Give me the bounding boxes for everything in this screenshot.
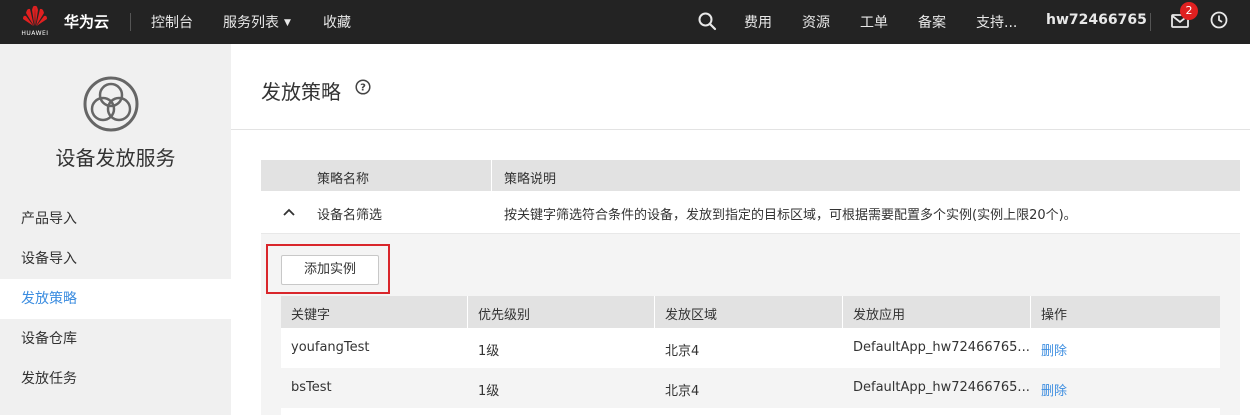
sidebar-item-provisioning-task[interactable]: 发放任务 (0, 359, 231, 399)
nav-service-list[interactable]: 服务列表 ▼ (223, 12, 291, 32)
sidebar: 设备发放服务 产品导入 设备导入 发放策略 设备仓库 发放任务 (0, 44, 231, 415)
column-header-region: 发放区域 (665, 308, 718, 323)
instance-application: DefaultApp_hw72466765... (853, 380, 1030, 395)
column-header-policy-name: 策略名称 (317, 172, 370, 187)
instance-priority: 1级 (478, 384, 500, 399)
logo-wordmark: HUAWEI (21, 30, 49, 37)
nav-support[interactable]: 支持... (976, 12, 1017, 32)
delete-link[interactable]: 删除 (1041, 340, 1067, 359)
user-menu[interactable]: hw72466765 (1046, 12, 1147, 28)
column-header-application: 发放应用 (853, 308, 906, 323)
column-divider (654, 296, 655, 328)
nav-console[interactable]: 控制台 (151, 12, 193, 32)
help-icon[interactable]: ? (355, 79, 371, 95)
chevron-down-icon: ▼ (284, 18, 291, 28)
top-navigation-bar: HUAWEI 华为云 控制台 服务列表 ▼ 收藏 费用 资源 工单 备案 支持..… (0, 0, 1250, 44)
instance-region: 北京4 (665, 384, 700, 399)
highlight-box (266, 244, 390, 294)
column-divider (467, 296, 468, 328)
huawei-logo-icon (23, 5, 47, 26)
page-header: 发放策略 ? (231, 44, 1250, 130)
unread-count-badge: 2 (1180, 2, 1198, 20)
instance-application: DefaultApp_hw72466765... (853, 340, 1030, 355)
service-title: 设备发放服务 (55, 146, 176, 170)
nav-filing[interactable]: 备案 (918, 12, 946, 32)
nav-fees[interactable]: 费用 (744, 12, 772, 32)
column-divider (491, 160, 492, 191)
chevron-up-icon[interactable] (282, 207, 296, 217)
table-row (281, 408, 1220, 415)
nav-favorites[interactable]: 收藏 (323, 12, 351, 32)
table-row: bsTest 1级 北京4 DefaultApp_hw72466765... 删… (281, 368, 1220, 408)
sidebar-item-provisioning-policy[interactable]: 发放策略 (0, 279, 231, 319)
instance-region: 北京4 (665, 344, 700, 359)
svg-text:?: ? (360, 83, 366, 94)
instance-priority: 1级 (478, 344, 500, 359)
search-icon[interactable] (697, 11, 717, 31)
column-header-policy-description: 策略说明 (504, 172, 557, 187)
policy-description: 按关键字筛选符合条件的设备，发放到指定的目标区域，可根据需要配置多个实例(实例上… (504, 208, 1077, 223)
column-divider (1030, 296, 1031, 328)
column-header-keyword: 关键字 (291, 308, 331, 323)
page-title: 发放策略 (261, 80, 341, 104)
instance-keyword: bsTest (291, 380, 332, 395)
sidebar-item-product-import[interactable]: 产品导入 (0, 199, 231, 239)
column-header-actions: 操作 (1041, 308, 1068, 323)
instance-keyword: youfangTest (291, 340, 370, 355)
column-divider (842, 296, 843, 328)
huawei-logo[interactable]: HUAWEI (14, 4, 56, 40)
sidebar-item-device-import[interactable]: 设备导入 (0, 239, 231, 279)
instances-table-header: 关键字 优先级别 发放区域 发放应用 操作 (281, 296, 1220, 328)
clock-icon[interactable] (1209, 10, 1229, 30)
device-provisioning-service-icon (83, 76, 139, 132)
table-row: 设备名筛选 按关键字筛选符合条件的设备，发放到指定的目标区域，可根据需要配置多个… (261, 191, 1240, 234)
table-row: youfangTest 1级 北京4 DefaultApp_hw72466765… (281, 328, 1220, 368)
nav-tickets[interactable]: 工单 (860, 12, 888, 32)
nav-divider (1150, 13, 1151, 31)
nav-resources[interactable]: 资源 (802, 12, 830, 32)
brand-name[interactable]: 华为云 (64, 11, 109, 32)
policy-table-header: 策略名称 策略说明 (261, 160, 1240, 191)
column-header-priority: 优先级别 (478, 308, 531, 323)
policy-name: 设备名筛选 (317, 208, 383, 223)
sidebar-item-device-repository[interactable]: 设备仓库 (0, 319, 231, 359)
delete-link[interactable]: 删除 (1041, 380, 1067, 399)
nav-divider (130, 13, 131, 31)
nav-service-list-label: 服务列表 (223, 15, 279, 31)
